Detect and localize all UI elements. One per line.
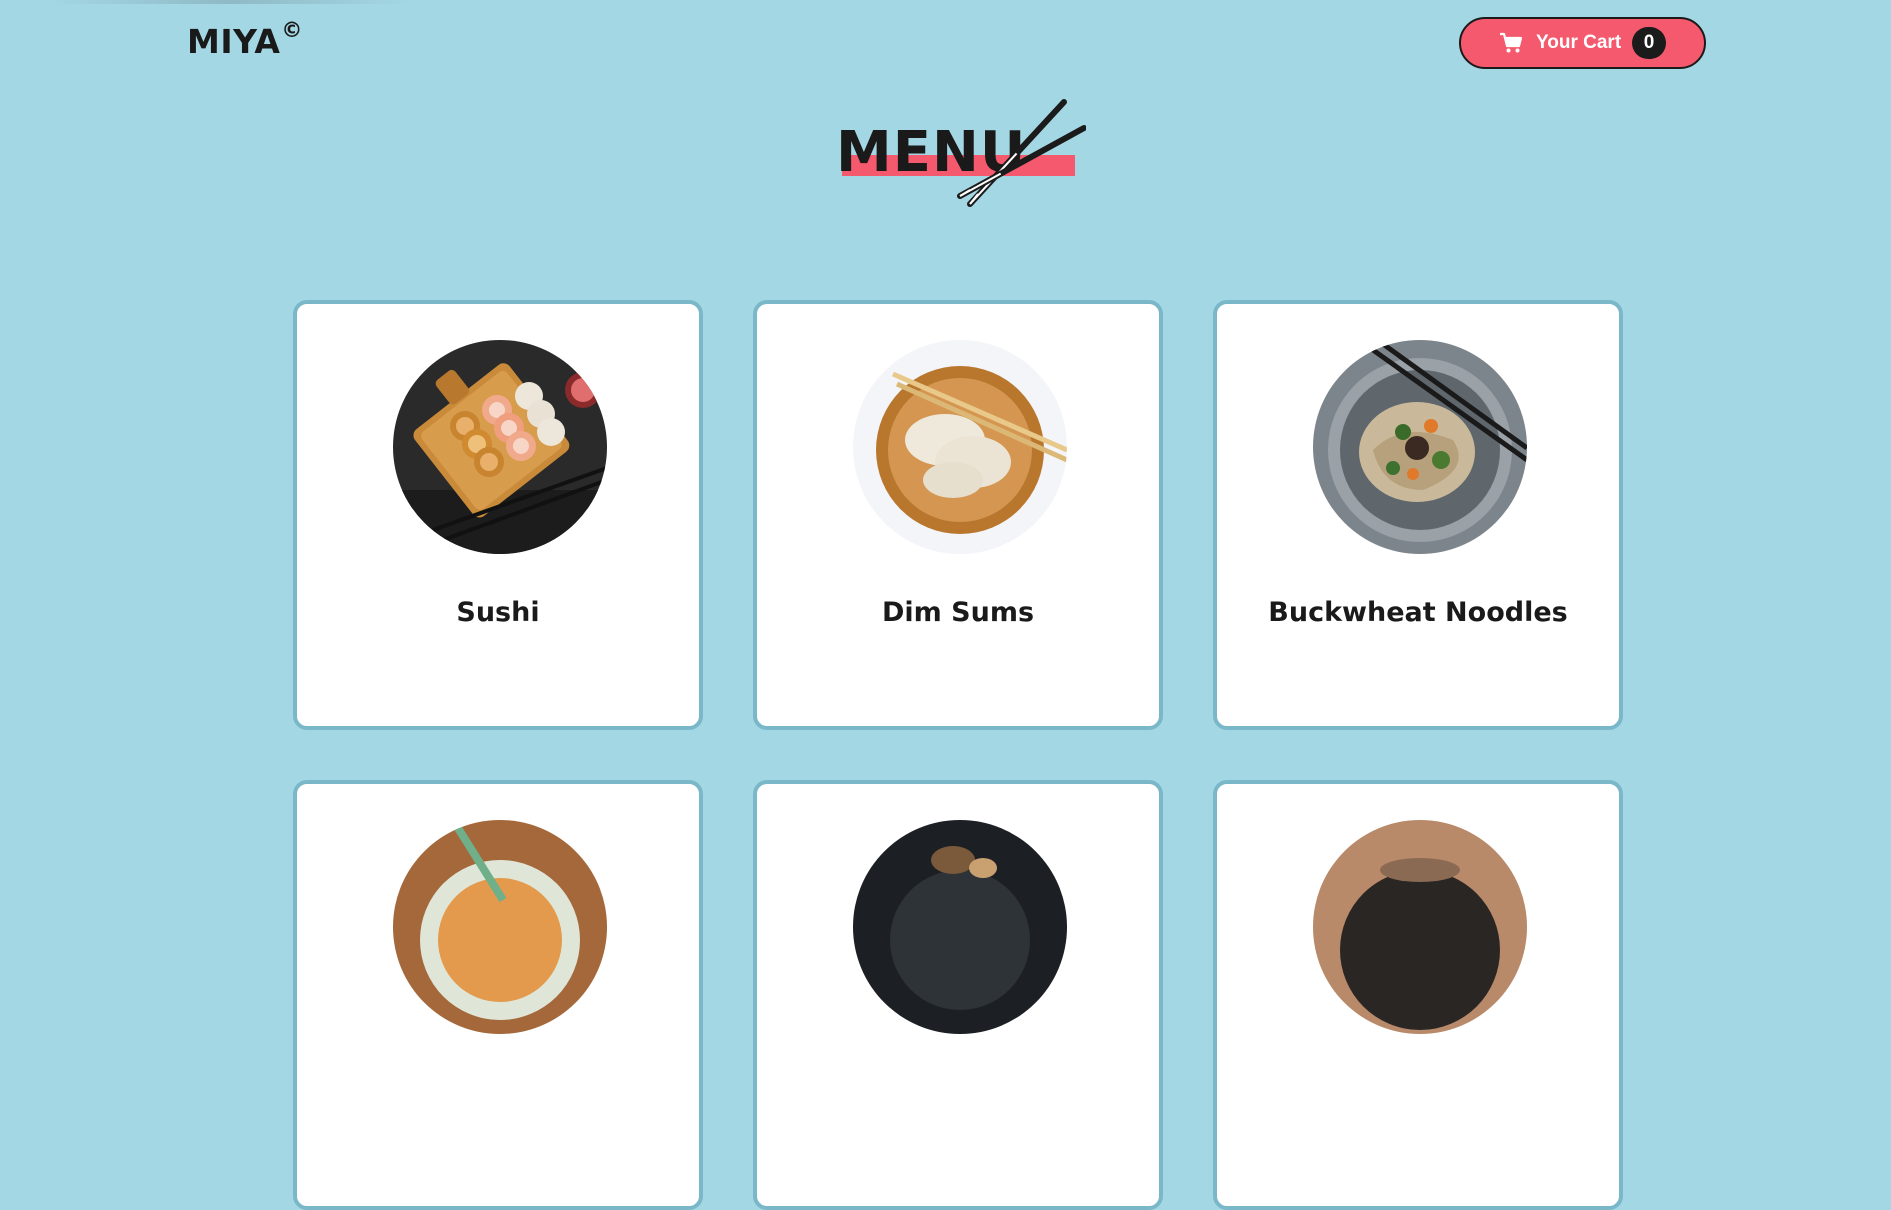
brand-name: MIYA [187,22,281,61]
dark-bowl-image [853,820,1067,1034]
menu-item-name: Sushi [456,597,540,628]
top-shadow [50,0,410,4]
cart-button[interactable]: Your Cart 0 [1459,17,1706,69]
menu-card-sushi[interactable]: Sushi [293,300,703,730]
dim-sums-image [853,340,1067,554]
cart-label: Your Cart [1536,32,1622,53]
copyright-mark: © [281,18,303,42]
cart-icon [1500,32,1523,53]
chopsticks-icon [957,99,1086,207]
menu-card-6[interactable] [1213,780,1623,1210]
menu-card-5[interactable] [753,780,1163,1210]
dish-image [1313,820,1527,1034]
menu-card-dim-sums[interactable]: Dim Sums [753,300,1163,730]
menu-heading: MENU [836,99,1086,220]
menu-item-name: Buckwheat Noodles [1268,597,1568,628]
menu-card-4[interactable] [293,780,703,1210]
buckwheat-noodles-image [1313,340,1527,554]
brand-logo[interactable]: MIYA© [187,18,303,61]
menu-item-name: Dim Sums [881,597,1035,628]
cart-count-badge: 0 [1632,27,1666,59]
noodle-bowl-image [393,820,607,1034]
menu-card-buckwheat-noodles[interactable]: Buckwheat Noodles [1213,300,1623,730]
sushi-image [393,340,607,554]
